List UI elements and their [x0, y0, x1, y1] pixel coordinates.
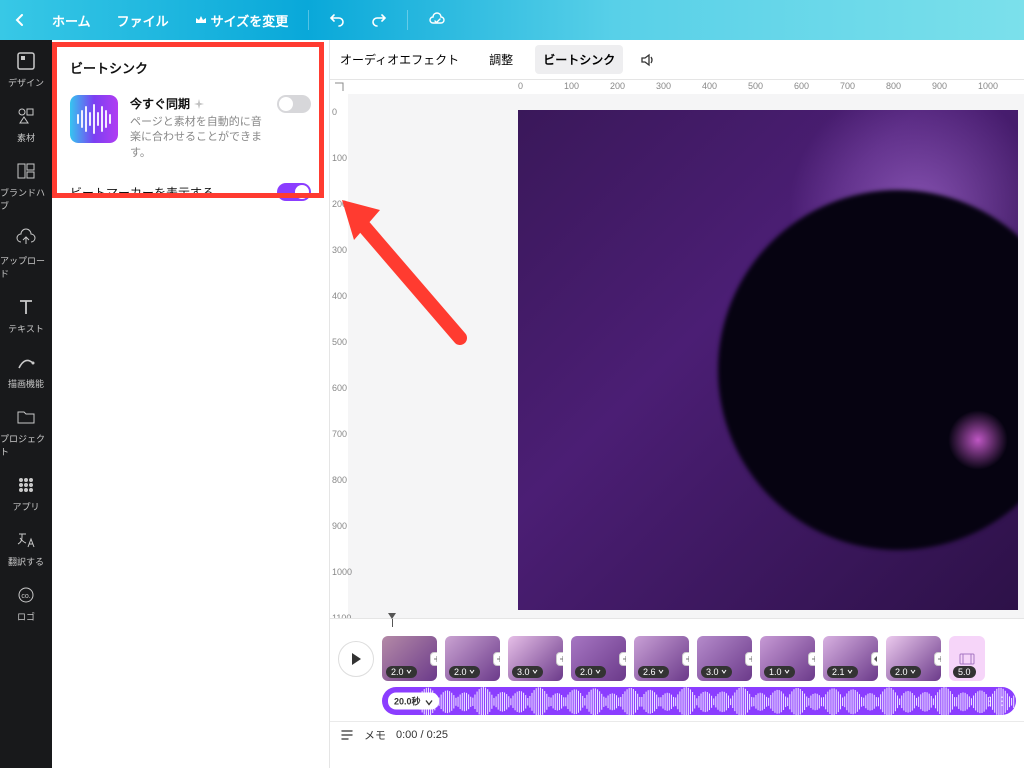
rail-logo[interactable]: co. ロゴ	[0, 584, 52, 623]
notes-icon	[340, 728, 354, 742]
timeline-clip[interactable]: 1.0	[760, 636, 815, 681]
speaker-button[interactable]	[639, 51, 657, 69]
panel-title: ビートシンク	[70, 58, 311, 77]
ruler-horizontal[interactable]: 010020030040050060070080090010001100	[348, 80, 1024, 94]
sync-waveform-icon	[70, 95, 118, 143]
tab-audio-effects[interactable]: オーディオエフェクト	[332, 45, 467, 74]
resize-button[interactable]: サイズを変更	[189, 7, 295, 34]
canvas[interactable]: 010020030040050060070080090010001100 010…	[330, 80, 1024, 618]
timeline-clip[interactable]: 3.0	[508, 636, 563, 681]
ruler-toggle[interactable]	[330, 80, 348, 94]
video-icon	[959, 651, 975, 667]
transition-button[interactable]	[871, 652, 878, 666]
rail-projects[interactable]: プロジェクト	[0, 406, 52, 458]
beat-marker-label: ビートマーカーを表示する	[70, 184, 214, 201]
transition-icon	[873, 654, 878, 664]
rail-design[interactable]: デザイン	[0, 50, 52, 89]
rail-translate[interactable]: 翻訳する	[0, 529, 52, 568]
sync-now-toggle[interactable]	[277, 95, 311, 113]
rail-upload[interactable]: アップロード	[0, 228, 52, 280]
timeline: 2.02.03.02.02.63.01.02.12.05.0 20.0秒 ⋮⋮ …	[330, 618, 1024, 768]
transition-button[interactable]	[556, 652, 563, 666]
time-display: 0:00 / 0:25	[396, 729, 448, 741]
audio-toolbar: オーディオエフェクト 調整 ビートシンク	[330, 40, 1024, 80]
timeline-clip[interactable]: 2.0	[382, 636, 437, 681]
playhead[interactable]	[392, 619, 393, 627]
transition-button[interactable]	[493, 652, 500, 666]
tab-adjust[interactable]: 調整	[481, 45, 521, 74]
beat-sync-panel: ビートシンク 今すぐ同期 ページと素材を自動的に音楽に合わせることができます。 …	[52, 40, 330, 768]
tab-beat-sync[interactable]: ビートシンク	[535, 45, 623, 74]
timeline-ruler[interactable]	[330, 619, 1024, 632]
clip-strip: 2.02.03.02.02.63.01.02.12.05.0	[382, 636, 985, 681]
timeline-clip[interactable]: 2.0	[571, 636, 626, 681]
undo-button[interactable]	[323, 8, 351, 32]
transition-button[interactable]	[682, 652, 689, 666]
transition-button[interactable]	[430, 652, 437, 666]
sync-now-title: 今すぐ同期	[130, 95, 265, 112]
sparkle-icon	[194, 99, 204, 109]
timeline-clip[interactable]: 3.0	[697, 636, 752, 681]
speaker-icon	[639, 51, 657, 69]
redo-button[interactable]	[365, 8, 393, 32]
rail-elements[interactable]: 素材	[0, 105, 52, 144]
rail-brand[interactable]: ブランドハブ	[0, 160, 52, 212]
topbar: ホーム ファイル サイズを変更	[0, 0, 1024, 40]
ruler-vertical[interactable]: 010020030040050060070080090010001100	[330, 94, 348, 618]
timeline-footer: メモ 0:00 / 0:25	[330, 722, 1024, 748]
crown-icon	[195, 14, 207, 26]
timeline-clip-add[interactable]: 5.0	[949, 636, 985, 681]
beat-marker-toggle[interactable]	[277, 183, 311, 201]
transition-button[interactable]	[619, 652, 626, 666]
sync-desc: ページと素材を自動的に音楽に合わせることができます。	[130, 115, 265, 161]
audio-track[interactable]: 20.0秒 ⋮⋮	[382, 687, 1016, 715]
transition-button[interactable]	[745, 652, 752, 666]
transition-button[interactable]	[934, 652, 941, 666]
timeline-clip[interactable]: 2.0	[886, 636, 941, 681]
cloud-check-icon	[428, 11, 446, 29]
timeline-clip[interactable]: 2.6	[634, 636, 689, 681]
redo-icon	[371, 12, 387, 28]
rail-draw[interactable]: 描画機能	[0, 351, 52, 390]
file-menu[interactable]: ファイル	[111, 7, 175, 34]
back-button[interactable]	[8, 10, 32, 30]
audio-duration-badge: 20.0秒	[388, 693, 439, 710]
home-button[interactable]: ホーム	[46, 7, 97, 34]
main-area: オーディオエフェクト 調整 ビートシンク 0100200300400500600…	[330, 40, 1024, 768]
timeline-clip[interactable]: 2.1	[823, 636, 878, 681]
play-icon	[349, 652, 363, 666]
cloud-sync-button[interactable]	[422, 7, 452, 33]
play-button[interactable]	[338, 641, 374, 677]
video-track: 2.02.03.02.02.63.01.02.12.05.0	[330, 632, 1024, 681]
video-preview[interactable]	[518, 110, 1018, 610]
transition-button[interactable]	[808, 652, 815, 666]
rail-apps[interactable]: アプリ	[0, 474, 52, 513]
undo-icon	[329, 12, 345, 28]
left-rail: デザイン 素材 ブランドハブ アップロード テキスト 描画機能 プロジェクト ア…	[0, 40, 52, 768]
audio-drag-handle[interactable]: ⋮⋮	[984, 694, 1008, 708]
chevron-down-icon	[425, 698, 433, 706]
memo-button[interactable]: メモ	[364, 727, 386, 743]
timeline-clip[interactable]: 2.0	[445, 636, 500, 681]
svg-text:co.: co.	[21, 593, 30, 600]
rail-text[interactable]: テキスト	[0, 296, 52, 335]
